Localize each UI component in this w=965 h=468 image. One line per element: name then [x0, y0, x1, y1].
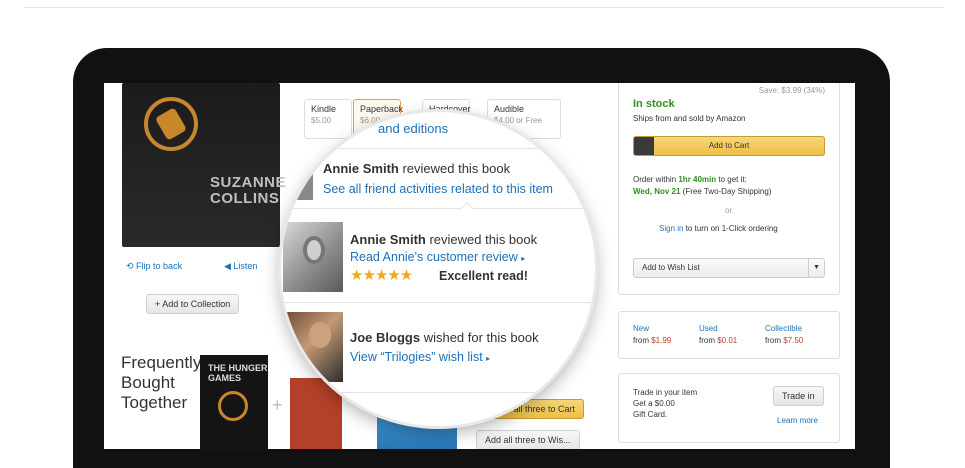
add-to-collection-button[interactable]: + Add to Collection [146, 294, 240, 314]
speaker-icon: ◀ [224, 261, 234, 271]
add-to-cart-button[interactable]: Add to Cart [633, 136, 825, 156]
flip-to-back-link[interactable]: ⟲ Flip to back [126, 261, 182, 272]
listen-link[interactable]: ◀ Listen [224, 261, 257, 272]
trade-in-button[interactable]: Trade in [773, 386, 824, 406]
wish-list-label: Add to Wish List [642, 263, 700, 272]
face [309, 322, 331, 348]
trade-line-2: Get a $0.00 [633, 399, 675, 408]
listen-label: Listen [233, 261, 258, 271]
book-cover[interactable]: SUZANNE COLLINS [122, 83, 286, 247]
flip-icon: ⟲ [126, 261, 137, 271]
delivery-note: (Free Two-Day Shipping) [682, 187, 772, 196]
mockingjay-emblem-icon [218, 391, 248, 421]
activity-text: reviewed this book [398, 161, 511, 176]
fbt-book-1[interactable]: THE HUNGER GAMES [200, 355, 268, 449]
order-time: 1hr 40min [678, 175, 717, 184]
new-price: $1.99 [651, 336, 672, 345]
add-all-to-wishlist-button[interactable]: Add all three to Wis... [476, 430, 580, 449]
one-click-label: to turn on 1-Click ordering [685, 224, 778, 233]
format-kindle[interactable]: Kindle $5.00 [304, 99, 352, 139]
activity-review: Annie Smith reviewed this book [350, 232, 537, 247]
activity-wish: Joe Bloggs wished for this book [350, 330, 539, 345]
learn-more-link[interactable]: Learn more [777, 416, 818, 425]
fbt-title: Frequently Bought Together [121, 353, 202, 412]
order-within-label: Order within [633, 175, 677, 184]
format-name: Audible [494, 104, 525, 114]
see-all-activities-link[interactable]: See all friend activities related to thi… [323, 182, 553, 196]
friend-name[interactable]: Joe Bloggs [350, 330, 420, 345]
activity-text: wished for this book [420, 330, 539, 345]
fbt-book-2[interactable] [290, 378, 342, 449]
collectible-price: $7.50 [783, 336, 804, 345]
caret-right-icon: ▸ [486, 354, 491, 363]
divider [281, 148, 595, 149]
ships-from-text: Ships from and sold by Amazon [633, 114, 746, 123]
callout-arrow [459, 201, 475, 217]
collectible-price-line: from $7.50 [765, 336, 803, 345]
order-within-text: Order within 1hr 40min to get it: [633, 175, 747, 184]
format-name: Paperback [360, 104, 404, 114]
new-from: from [633, 336, 649, 345]
one-click-text: Sign in to turn on 1-Click ordering [659, 224, 778, 233]
save-text: Save: $3.99 (34%) [758, 86, 825, 95]
collectible-from: from [765, 336, 781, 345]
activity-text: reviewed this book [425, 232, 538, 247]
caret-right-icon: ▸ [521, 254, 526, 263]
buy-box-column: Save: $3.99 (34%) In stock Ships from an… [618, 83, 840, 449]
format-price: $5.00 [311, 116, 332, 125]
add-to-collection-label: Add to Collection [162, 299, 231, 309]
friend-name[interactable]: Annie Smith [350, 232, 426, 247]
trade-line-3: Gift Card. [633, 410, 668, 419]
flip-label: Flip to back [136, 261, 183, 271]
trade-line-1: Trade in your item [633, 388, 698, 397]
face [303, 236, 325, 264]
wish-list-link[interactable]: View “Trilogies” wish list ▸ [350, 350, 490, 364]
used-price-line: from $0.01 [699, 336, 737, 345]
review-title: Excellent read! [439, 269, 528, 283]
trade-in-box: Trade in your item Get a $0.00 Gift Card… [618, 373, 840, 443]
delivery-text: Wed, Nov 21 (Free Two-Day Shipping) [633, 187, 771, 196]
fbt-book-1-title: THE HUNGER GAMES [208, 363, 268, 383]
cart-icon [634, 137, 654, 155]
read-review-link[interactable]: Read Annie's customer review ▸ [350, 250, 525, 264]
divider [281, 392, 595, 393]
top-divider [24, 7, 944, 8]
new-link[interactable]: New [633, 324, 649, 333]
chevron-down-icon: ▼ [808, 259, 824, 277]
cover-author: SUZANNE COLLINS [210, 174, 287, 207]
offers-box: New from $1.99 Used from $0.01 Collectib… [618, 311, 840, 359]
magnifier-lens: and editions Annie Smith reviewed this b… [281, 112, 595, 426]
divider [281, 208, 595, 209]
wish-list-link-label: View “Trilogies” wish list [350, 350, 483, 364]
format-name: Kindle [311, 104, 337, 114]
divider [281, 302, 595, 303]
add-to-cart-label: Add to Cart [708, 141, 750, 150]
collectible-link[interactable]: Collectible [765, 324, 802, 333]
editions-link[interactable]: and editions [378, 121, 448, 136]
used-from: from [699, 336, 715, 345]
delivery-date: Wed, Nov 21 [633, 187, 681, 196]
friend-name[interactable]: Annie Smith [323, 161, 399, 176]
used-link[interactable]: Used [699, 324, 718, 333]
in-stock-label: In stock [633, 98, 675, 110]
plus-icon: + [272, 395, 283, 415]
or-divider: or [725, 206, 733, 215]
avatar-annie[interactable] [283, 222, 343, 292]
signin-link[interactable]: Sign in [659, 224, 683, 233]
activity-header: Annie Smith reviewed this book [323, 161, 510, 176]
used-price: $0.01 [717, 336, 738, 345]
avatar-joe[interactable] [283, 312, 343, 382]
avatar [297, 170, 313, 200]
read-review-label: Read Annie's customer review [350, 250, 518, 264]
mockingjay-emblem-icon [144, 97, 198, 151]
new-price-line: from $1.99 [633, 336, 671, 345]
buy-box: Save: $3.99 (34%) In stock Ships from an… [618, 83, 840, 295]
star-rating: ★★★★★ [350, 267, 413, 284]
add-to-wish-list-select[interactable]: Add to Wish List ▼ [633, 258, 825, 278]
format-price: $4.00 or Free [494, 116, 543, 125]
order-to-get: to get it: [718, 175, 747, 184]
